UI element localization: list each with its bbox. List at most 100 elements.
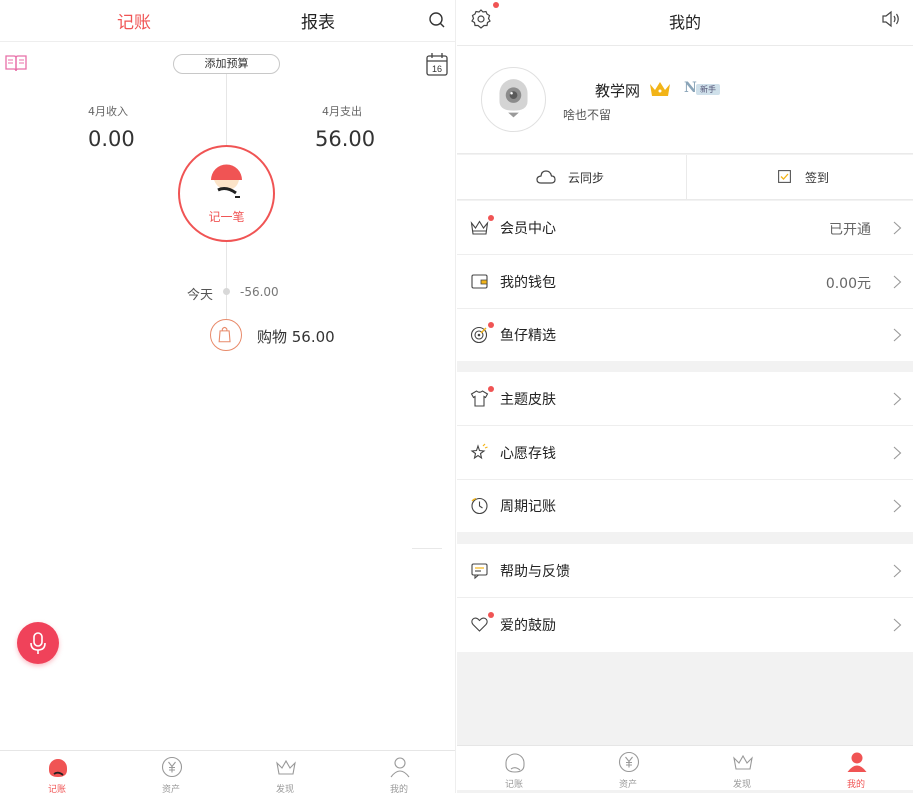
- level-badge: N 新手: [684, 80, 722, 98]
- cloud-sync-button[interactable]: 云同步: [457, 155, 685, 200]
- add-budget-button[interactable]: 添加预算: [173, 54, 280, 74]
- message-icon: [471, 563, 488, 580]
- menu-item-label: 心愿存钱: [500, 446, 556, 462]
- yuan-icon: [161, 756, 183, 778]
- wallet-icon: [471, 274, 488, 289]
- menu-item-featured[interactable]: 鱼仔精选: [457, 308, 913, 362]
- voice-input-button[interactable]: [17, 622, 59, 664]
- tab-ledger[interactable]: 记账: [117, 8, 151, 33]
- chevron-right-icon: [893, 564, 902, 578]
- user-bio: 啥也不留: [563, 108, 612, 122]
- person-icon: [390, 757, 410, 778]
- today-amount: -56.00: [240, 285, 279, 299]
- menu-item-membership[interactable]: 会员中心 已开通: [457, 201, 913, 255]
- chevron-right-icon: [893, 499, 902, 513]
- checkin-label: 签到: [805, 171, 830, 185]
- tabbar-discover-label: 发现: [275, 785, 294, 793]
- calendar-icon[interactable]: 16: [426, 52, 448, 76]
- menu-group-support: 帮助与反馈 爱的鼓励: [457, 544, 913, 652]
- entry-shopping[interactable]: 购物 56.00: [257, 326, 335, 347]
- tabbar-discover[interactable]: 发现: [228, 751, 342, 793]
- book-icon[interactable]: [5, 54, 27, 72]
- menu-item-label: 我的钱包: [500, 275, 556, 291]
- menu-item-wish-saving[interactable]: 心愿存钱: [457, 426, 913, 480]
- yuan-icon: [618, 751, 640, 773]
- menu-item-label: 主题皮肤: [500, 392, 556, 408]
- camera-mascot-icon: [499, 79, 528, 118]
- menu-item-help[interactable]: 帮助与反馈: [457, 544, 913, 598]
- chevron-right-icon: [893, 275, 902, 289]
- mascot-icon: [211, 164, 242, 198]
- shirt-icon: [470, 390, 489, 407]
- tabbar-ledger[interactable]: 记账: [0, 751, 114, 793]
- menu-group-features: 主题皮肤 心愿存钱 周期记账: [457, 372, 913, 532]
- crown-icon: [733, 754, 753, 770]
- tabbar-mine[interactable]: 我的: [342, 751, 455, 793]
- menu-item-recurring[interactable]: 周期记账: [457, 479, 913, 533]
- tabbar-assets[interactable]: 资产: [571, 746, 685, 791]
- profile-card: 教学网 N 新手 啥也不留: [457, 46, 913, 154]
- chevron-right-icon: [893, 392, 902, 406]
- username[interactable]: 教学网: [595, 80, 640, 101]
- income-value: 0.00: [88, 127, 135, 151]
- tabbar-ledger-label: 记账: [504, 780, 523, 790]
- record-button-label: 记一笔: [208, 210, 245, 224]
- crown-icon: [276, 759, 296, 775]
- expense-label: 4月支出: [322, 105, 362, 118]
- tabbar-assets-label: 资产: [618, 780, 637, 790]
- menu-item-wallet[interactable]: 我的钱包 0.00元: [457, 255, 913, 309]
- menu-item-label: 帮助与反馈: [500, 564, 570, 580]
- tabbar-discover[interactable]: 发现: [685, 746, 799, 791]
- notification-dot: [488, 386, 494, 392]
- membership-status: 已开通: [829, 222, 871, 238]
- menu-item-label: 爱的鼓励: [500, 618, 556, 634]
- crown-outline-icon: [470, 220, 489, 235]
- record-button[interactable]: 记一笔: [178, 145, 275, 242]
- tabbar-mine-label: 我的: [389, 785, 408, 793]
- chevron-right-icon: [893, 221, 902, 235]
- speaker-icon[interactable]: [881, 9, 901, 29]
- page-title: 我的: [668, 13, 701, 32]
- quick-actions: 云同步 签到: [457, 155, 913, 200]
- clock-icon: [471, 497, 488, 515]
- calendar-day: 16: [432, 64, 442, 74]
- avatar[interactable]: [481, 67, 546, 132]
- level-badge-text: 新手: [696, 84, 720, 95]
- cloud-sync-label: 云同步: [568, 171, 605, 185]
- vip-crown-icon: [650, 82, 670, 96]
- wallet-balance: 0.00元: [825, 276, 871, 292]
- profile-header: 我的: [457, 0, 913, 46]
- bottom-tab-bar: 记账 资产 发现 我的: [0, 750, 455, 793]
- ledger-icon: [49, 759, 67, 777]
- timeline-dot: [223, 288, 230, 295]
- today-label: 今天: [187, 288, 214, 303]
- tabbar-ledger[interactable]: 记账: [457, 746, 571, 791]
- chevron-right-icon: [893, 328, 902, 342]
- chevron-right-icon: [893, 446, 902, 460]
- tabbar-assets-label: 资产: [161, 785, 180, 793]
- cloud-icon: [536, 170, 556, 184]
- tabbar-assets[interactable]: 资产: [114, 751, 228, 793]
- microphone-icon: [30, 632, 46, 654]
- income-label: 4月收入: [88, 105, 128, 118]
- ledger-icon: [505, 753, 525, 773]
- menu-item-encourage[interactable]: 爱的鼓励: [457, 598, 913, 652]
- tab-report[interactable]: 报表: [301, 8, 335, 33]
- tabbar-mine-label: 我的: [846, 780, 865, 790]
- notification-dot: [488, 322, 494, 328]
- person-icon: [847, 752, 867, 772]
- checkin-button[interactable]: 签到: [686, 155, 913, 200]
- notification-dot: [488, 612, 494, 618]
- search-icon[interactable]: [428, 11, 446, 29]
- ledger-screen: 记账 报表 16 添加预算 4月收入 0.00 4月支出 56.00 记一笔 今…: [0, 0, 456, 793]
- tabbar-mine[interactable]: 我的: [799, 746, 913, 791]
- menu-item-label: 鱼仔精选: [500, 328, 556, 344]
- bottom-tab-bar: 记账 资产 发现 我的: [457, 745, 913, 790]
- menu-group-account: 会员中心 已开通 我的钱包 0.00元 鱼仔精选: [457, 201, 913, 361]
- expense-value: 56.00: [315, 127, 376, 151]
- shopping-bag-icon[interactable]: [210, 319, 242, 351]
- sparkle-icon: [470, 443, 488, 460]
- tabbar-ledger-label: 记账: [47, 785, 66, 793]
- menu-item-theme[interactable]: 主题皮肤: [457, 372, 913, 426]
- tabbar-discover-label: 发现: [732, 780, 751, 790]
